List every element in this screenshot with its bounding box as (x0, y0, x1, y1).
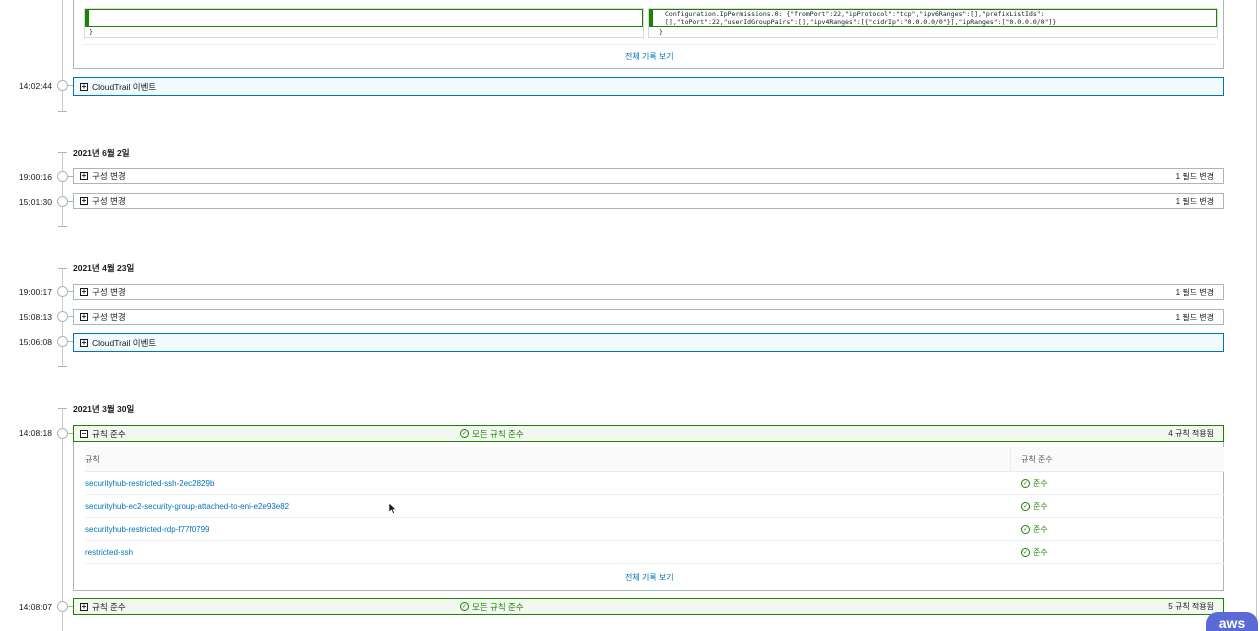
rule-row: restricted-ssh ✓ 준수 (85, 541, 1224, 564)
diff-left-pane: } (84, 8, 644, 38)
config-change-row[interactable]: + 구성 변경 1 필드 변경 (73, 284, 1224, 300)
compliance-summary: 모든 규칙 준수 (472, 428, 524, 439)
event-time: 19:00:16 (18, 172, 52, 182)
check-circle-icon: ✓ (1021, 478, 1030, 488)
event-time: 15:06:08 (18, 337, 52, 347)
mouse-cursor-icon (389, 503, 397, 514)
diff-left-added-line (89, 9, 643, 27)
aws-logo: aws (1206, 612, 1258, 631)
diff-right-line-1: Configuration.IpPermissions.0: {"fromPor… (665, 10, 1045, 18)
event-label: 구성 변경 (92, 287, 126, 297)
event-time: 14:08:18 (18, 428, 52, 438)
event-label: 구성 변경 (92, 196, 126, 206)
rule-status: 준수 (1033, 478, 1048, 488)
rule-status: 준수 (1033, 524, 1048, 534)
diff-right-pane: Configuration.IpPermissions.0: {"fromPor… (648, 8, 1218, 38)
diff-right-brace: } (659, 28, 663, 36)
rule-status: 준수 (1033, 501, 1048, 511)
date-heading: 2021년 3월 30일 (73, 404, 135, 414)
compliance-summary: 모든 규칙 준수 (472, 601, 524, 612)
show-all-history-link[interactable]: 전체 기록 보기 (625, 51, 674, 62)
event-label: 구성 변경 (92, 171, 126, 181)
rules-applied-count: 4 규칙 적용됨 (1168, 429, 1214, 438)
plus-square-icon[interactable]: + (80, 313, 88, 321)
plus-square-icon[interactable]: + (80, 172, 88, 180)
check-circle-icon: ✓ (1021, 547, 1030, 557)
event-time: 15:08:13 (18, 312, 52, 322)
timeline-tick (58, 268, 67, 269)
timeline-line-4 (62, 408, 63, 631)
event-label: CloudTrail 이벤트 (92, 337, 157, 348)
event-time: 19:00:17 (18, 287, 52, 297)
column-header-compliance: 규칙 준수 (1021, 455, 1053, 464)
plus-square-icon[interactable]: + (80, 602, 88, 611)
rules-header-column-divider (1010, 447, 1011, 471)
timeline-tick (58, 152, 67, 153)
timeline-tick (58, 111, 67, 112)
rule-row: securityhub-restricted-ssh-2ec2829b ✓ 준수 (85, 472, 1224, 495)
timeline-tick (58, 408, 67, 409)
config-change-row[interactable]: + 구성 변경 1 필드 변경 (73, 193, 1224, 209)
column-header-rule: 규칙 (85, 455, 100, 464)
field-change-count: 1 필드 변경 (1175, 287, 1214, 297)
plus-square-icon[interactable]: + (80, 338, 88, 347)
cloudtrail-event-row[interactable]: + CloudTrail 이벤트 (73, 333, 1224, 352)
check-circle-icon: ✓ (1021, 524, 1030, 534)
config-diff-panel: } Configuration.IpPermissions.0: {"fromP… (73, 0, 1224, 69)
timeline-line-1 (62, 0, 63, 112)
rule-link[interactable]: securityhub-restricted-ssh-2ec2829b (85, 479, 214, 488)
plus-square-icon[interactable]: + (80, 288, 88, 296)
timeline-tick (58, 226, 67, 227)
show-all-history-link[interactable]: 전체 기록 보기 (625, 572, 674, 583)
timeline-tick (58, 366, 67, 367)
check-circle-icon: ✓ (1021, 501, 1030, 511)
minus-square-icon[interactable]: − (80, 429, 88, 438)
rules-table-header: 규칙 규칙 준수 (85, 447, 1224, 472)
field-change-count: 1 필드 변경 (1175, 196, 1214, 206)
event-time: 15:01:30 (18, 197, 52, 207)
config-change-row[interactable]: + 구성 변경 1 필드 변경 (73, 309, 1224, 325)
diff-divider (84, 44, 1216, 45)
compliance-event-row-expanded[interactable]: − 규칙 준수 ✓ 모든 규칙 준수 4 규칙 적용됨 (73, 425, 1224, 442)
date-heading: 2021년 6월 2일 (73, 148, 130, 158)
check-circle-icon: ✓ (460, 602, 469, 611)
check-circle-icon: ✓ (460, 429, 469, 438)
field-change-count: 1 필드 변경 (1175, 312, 1214, 322)
event-label: 구성 변경 (92, 312, 126, 322)
plus-square-icon[interactable]: + (80, 82, 88, 91)
rule-link[interactable]: securityhub-ec2-security-group-attached-… (85, 502, 289, 511)
page-right-border (1256, 0, 1257, 631)
event-label: 규칙 준수 (92, 601, 126, 612)
cloudtrail-event-row[interactable]: + CloudTrail 이벤트 (73, 77, 1224, 96)
rule-link[interactable]: restricted-ssh (85, 548, 133, 557)
diff-right-line-2: [],"toPort":22,"userIdGroupPairs":[],"ip… (665, 18, 1057, 26)
plus-square-icon[interactable]: + (80, 197, 88, 205)
rule-link[interactable]: securityhub-restricted-rdp-f77f0799 (85, 525, 210, 534)
rules-applied-count: 5 규칙 적용됨 (1168, 602, 1214, 611)
event-label: 규칙 준수 (92, 428, 126, 439)
event-time: 14:02:44 (18, 81, 52, 91)
rule-row: securityhub-ec2-security-group-attached-… (85, 495, 1224, 518)
event-label: CloudTrail 이벤트 (92, 81, 157, 92)
rule-status: 준수 (1033, 547, 1048, 557)
date-heading: 2021년 4월 23일 (73, 263, 135, 273)
field-change-count: 1 필드 변경 (1175, 171, 1214, 181)
diff-left-brace: } (89, 28, 93, 36)
compliance-event-row[interactable]: + 규칙 준수 ✓ 모든 규칙 준수 5 규칙 적용됨 (73, 598, 1224, 615)
config-change-row[interactable]: + 구성 변경 1 필드 변경 (73, 168, 1224, 184)
rule-row: securityhub-restricted-rdp-f77f0799 ✓ 준수 (85, 518, 1224, 541)
event-time: 14:08:07 (18, 602, 52, 612)
timeline-line-2 (62, 152, 63, 226)
